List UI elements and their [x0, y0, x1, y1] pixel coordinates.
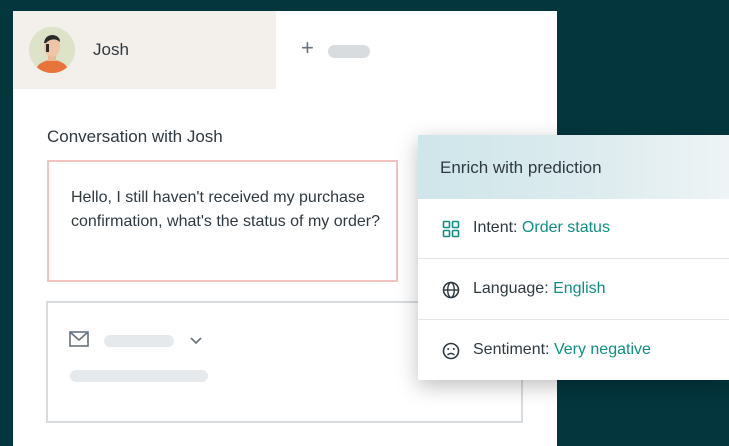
mail-icon[interactable] [69, 331, 89, 347]
text-placeholder [70, 370, 208, 382]
prediction-row-sentiment: Sentiment: Very negative [418, 321, 729, 381]
sentiment-value: Very negative [553, 341, 651, 358]
stage: Josh + Conversation with Josh Hello, I s… [0, 0, 729, 446]
avatar-icon [29, 27, 75, 73]
grid-icon [442, 220, 460, 238]
intent-value: Order status [521, 219, 610, 236]
prediction-header: Enrich with prediction [418, 135, 729, 199]
language-value: English [553, 280, 606, 297]
prediction-title: Enrich with prediction [440, 158, 602, 177]
tab-name: Josh [93, 40, 129, 59]
sentiment-label-text: Sentiment: [473, 341, 554, 358]
tab-josh[interactable]: Josh [13, 11, 276, 89]
globe-icon [442, 281, 460, 299]
prediction-row-intent: Intent: Order status [418, 199, 729, 259]
channel-placeholder [104, 335, 174, 347]
tab-placeholder[interactable] [328, 45, 370, 58]
language-label: Language: English [473, 280, 606, 298]
conversation-title: Conversation with Josh [47, 127, 223, 146]
intent-label-text: Intent: [473, 219, 522, 236]
language-label-text: Language: [473, 280, 554, 297]
customer-message: Hello, I still haven't received my purch… [47, 160, 398, 282]
sad-face-icon [442, 342, 460, 360]
prediction-panel: Enrich with prediction Intent: Order sta… [418, 135, 729, 380]
sentiment-label: Sentiment: Very negative [473, 341, 651, 359]
intent-label: Intent: Order status [473, 219, 610, 237]
prediction-row-language: Language: English [418, 260, 729, 320]
tab-bar: Josh + [13, 11, 557, 89]
add-tab-button[interactable]: + [301, 37, 314, 59]
chevron-down-icon[interactable] [188, 332, 204, 348]
avatar [29, 27, 75, 73]
message-text: Hello, I still haven't received my purch… [71, 189, 380, 230]
